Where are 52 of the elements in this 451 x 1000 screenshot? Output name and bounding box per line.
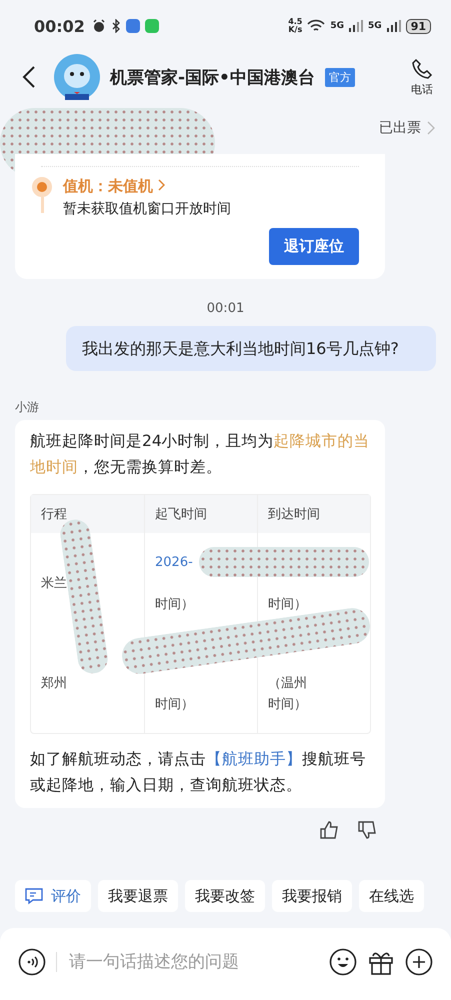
table-cell-text: 时间） — [155, 696, 194, 712]
phone-label[interactable]: 电话 — [411, 82, 433, 96]
table-cell-text: 时间） — [155, 596, 194, 612]
quick-reply-button[interactable]: 我要退票 — [98, 880, 178, 912]
network-type: 5G — [330, 21, 344, 32]
app-icon — [126, 19, 140, 34]
ticket-status[interactable]: 已出票 — [379, 118, 421, 137]
chat-title: 机票管家-国际•中国港澳台 — [110, 66, 315, 88]
voice-icon[interactable] — [18, 948, 46, 976]
user-message: 我出发的那天是意大利当地时间16号几点钟? — [66, 326, 436, 372]
table-cell-text: 米兰 — [41, 576, 67, 591]
wifi-icon — [307, 19, 326, 34]
status-time: 00:02 — [34, 16, 85, 36]
column-header: 起飞时间 — [144, 495, 257, 534]
quick-reply-button[interactable]: 在线选 — [359, 880, 424, 912]
bot-name: 小游 — [15, 399, 40, 416]
table-cell-text: 郑州 — [41, 676, 67, 691]
table-cell-text: （温州 — [268, 676, 307, 691]
table-cell-text: 时间） — [268, 696, 307, 712]
speed-unit: K/s — [288, 26, 302, 34]
thumbs-down-icon[interactable] — [357, 820, 377, 840]
quick-reply-button[interactable]: 评价 — [15, 880, 91, 912]
flight-assistant-link[interactable]: 【航班助手】 — [206, 750, 302, 768]
network-type: 5G — [368, 21, 382, 32]
column-header: 行程 — [40, 506, 68, 524]
quick-reply-button[interactable]: 我要改签 — [185, 880, 265, 912]
table-cell-text: 2026- — [155, 554, 193, 570]
plus-icon[interactable] — [405, 948, 433, 976]
message-timestamp: 00:01 — [206, 301, 246, 316]
back-icon[interactable] — [22, 65, 36, 89]
bluetooth-icon — [110, 19, 121, 34]
table-cell-text: 时间） — [268, 596, 307, 612]
quick-reply-button[interactable]: 我要报销 — [272, 880, 352, 912]
phone-icon[interactable] — [411, 58, 433, 80]
checkin-note: 暂未获取值机窗口开放时间 — [63, 200, 231, 218]
chat-app-icon — [144, 19, 159, 34]
battery-level: 91 — [406, 18, 431, 34]
message-input[interactable]: 请一句话描述您的问题 — [67, 951, 319, 973]
mascot-avatar — [54, 54, 100, 100]
official-badge: 官方 — [324, 68, 355, 86]
alarm-clock-icon — [92, 19, 106, 34]
bot-message-text: 如了解航班动态，请点击【航班助手】搜航班号或起降地，输入日期，查询航班状态。 — [30, 749, 367, 796]
cancel-seat-button[interactable]: 退订座位 — [269, 228, 359, 266]
bot-message-text: 航班起降时间是24小时制，且均为起降城市的当地时间，您无需换算时差。 — [30, 431, 371, 478]
emoji-icon[interactable] — [329, 948, 357, 976]
thumbs-up-icon[interactable] — [319, 820, 339, 840]
comment-icon — [25, 888, 43, 905]
signal-icon — [349, 20, 364, 32]
signal-icon — [386, 20, 401, 32]
chevron-right-icon[interactable] — [158, 179, 165, 192]
network-speed: 4.5 — [288, 18, 302, 26]
column-header: 到达时间 — [257, 495, 370, 534]
